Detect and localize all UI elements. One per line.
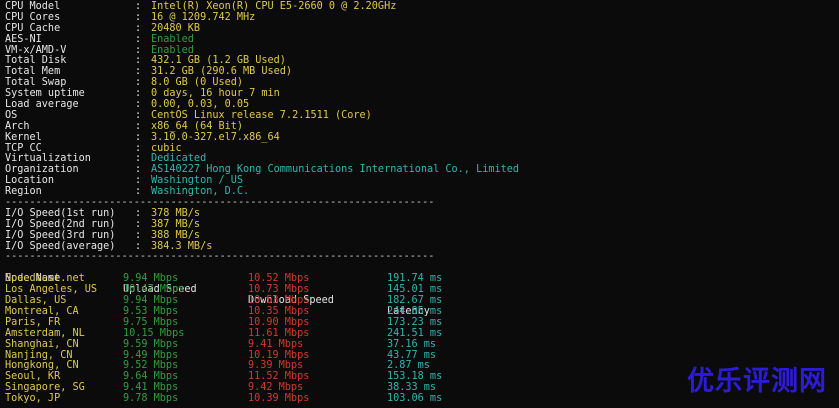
sysinfo-value: 31.2 GB (290.6 MB Used) bbox=[151, 66, 293, 78]
sysinfo-label: Region bbox=[5, 186, 42, 198]
sysinfo-row: CPU Model: Intel(R) Xeon(R) CPU E5-2660 … bbox=[5, 1, 839, 13]
io-speed-row: I/O Speed(1st run): 378 MB/s bbox=[5, 207, 839, 220]
io-value: 384.3 MB/s bbox=[151, 240, 213, 252]
io-speed-row: I/O Speed(3rd run): 388 MB/s bbox=[5, 229, 839, 242]
download-speed-cell: 9.41 Mbps bbox=[248, 338, 304, 350]
sysinfo-row: Total Mem: 31.2 GB (290.6 MB Used) bbox=[5, 66, 839, 78]
sysinfo-separator: : bbox=[135, 131, 148, 143]
io-value: 388 MB/s bbox=[151, 229, 201, 241]
sysinfo-row: VM-x/AMD-V: Enabled bbox=[5, 44, 839, 57]
io-speed-row: I/O Speed(2nd run): 387 MB/s bbox=[5, 218, 839, 231]
sysinfo-row: Kernel: 3.10.0-327.el7.x86_64 bbox=[5, 131, 839, 144]
speedtest-row: Amsterdam, NL 10.15 Mbps 11.61 Mbps 241.51 … bbox=[5, 327, 839, 340]
sysinfo-separator: : bbox=[135, 33, 148, 45]
sysinfo-value: AS140227 Hong Kong Communications Intern… bbox=[151, 164, 520, 176]
node-name-cell: Amsterdam, NL bbox=[5, 327, 85, 339]
sysinfo-row: System uptime: 0 days, 16 hour 7 min bbox=[5, 88, 839, 100]
io-label: I/O Speed(average) bbox=[5, 240, 116, 252]
sysinfo-value: Intel(R) Xeon(R) CPU E5-2660 0 @ 2.20GHz bbox=[151, 1, 397, 12]
watermark-logo: 优乐评测网 bbox=[687, 366, 827, 397]
sysinfo-row: TCP CC: cubic bbox=[5, 142, 839, 155]
sysinfo-value: 432.1 GB (1.2 GB Used) bbox=[151, 55, 286, 67]
sysinfo-value: Washington / US bbox=[151, 175, 244, 187]
sysinfo-value: x86_64 (64 Bit) bbox=[151, 120, 244, 132]
sysinfo-row: Location: Washington / US bbox=[5, 175, 839, 187]
sysinfo-row: CPU Cores: 16 @ 1209.742 MHz bbox=[5, 11, 839, 24]
sysinfo-value: 0.00, 0.03, 0.05 bbox=[151, 99, 250, 111]
sysinfo-row: AES-NI: Enabled bbox=[5, 33, 839, 46]
node-name-cell: Tokyo, JP bbox=[5, 393, 61, 405]
sysinfo-row: Region: Washington, D.C. bbox=[5, 186, 839, 198]
sysinfo-value: 3.10.0-327.el7.x86_64 bbox=[151, 131, 280, 143]
sysinfo-value: Washington, D.C. bbox=[151, 186, 250, 198]
sysinfo-row: Organization: AS140227 Hong Kong Communi… bbox=[5, 164, 839, 176]
io-speed-row: I/O Speed(average): 384.3 MB/s bbox=[5, 240, 839, 253]
latency-cell: 37.16 ms bbox=[387, 338, 437, 350]
node-name-cell: Shanghai, CN bbox=[5, 338, 79, 350]
io-separator: : bbox=[135, 240, 148, 252]
system-info-block: CPU Model: Intel(R) Xeon(R) CPU E5-2660 … bbox=[5, 1, 839, 198]
sysinfo-row: Arch: x86_64 (64 Bit) bbox=[5, 120, 839, 133]
sysinfo-value: cubic bbox=[151, 142, 182, 154]
sysinfo-row: Total Disk: 432.1 GB (1.2 GB Used) bbox=[5, 56, 839, 67]
sysinfo-value: 20480 KB bbox=[151, 22, 201, 34]
sysinfo-value: 0 days, 16 hour 7 min bbox=[151, 88, 280, 100]
speedtest-row: Shanghai, CN 9.59 Mbps 9.41 Mbps 37.16 ms bbox=[5, 338, 839, 351]
sysinfo-row: Load average: 0.00, 0.03, 0.05 bbox=[5, 99, 839, 111]
sysinfo-value: Enabled bbox=[151, 44, 194, 56]
sysinfo-value: Dedicated bbox=[151, 153, 207, 165]
io-speed-block: I/O Speed(1st run): 378 MB/s I/O Speed(2n… bbox=[5, 207, 839, 253]
io-separator: : bbox=[135, 229, 148, 241]
divider-line: ----------------------------------------… bbox=[5, 252, 435, 263]
sysinfo-row: OS: CentOS Linux release 7.2.1511 (Core) bbox=[5, 109, 839, 122]
sysinfo-label: AES-NI bbox=[5, 33, 42, 45]
latency-cell: 241.51 ms bbox=[387, 327, 443, 339]
io-value: 387 MB/s bbox=[151, 218, 201, 230]
sysinfo-value: CentOS Linux release 7.2.1511 (Core) bbox=[151, 109, 372, 121]
sysinfo-row: CPU Cache: 20480 KB bbox=[5, 22, 839, 35]
divider-line: ----------------------------------------… bbox=[5, 198, 435, 209]
download-speed-cell: 10.39 Mbps bbox=[248, 393, 310, 405]
terminal-window: CPU Model: Intel(R) Xeon(R) CPU E5-2660 … bbox=[0, 0, 839, 408]
upload-speed-cell: 9.78 Mbps bbox=[123, 393, 179, 405]
sysinfo-value: Enabled bbox=[151, 33, 194, 45]
sysinfo-value: 16 @ 1209.742 MHz bbox=[151, 11, 256, 23]
sysinfo-label: Kernel bbox=[5, 131, 42, 143]
upload-speed-cell: 9.59 Mbps bbox=[123, 338, 179, 350]
latency-cell: 103.06 ms bbox=[387, 393, 443, 405]
sysinfo-label: Load average bbox=[5, 99, 79, 111]
sysinfo-value: 8.0 GB (0 Used) bbox=[151, 77, 244, 89]
sysinfo-separator: : bbox=[135, 186, 148, 198]
download-speed-cell: 11.61 Mbps bbox=[248, 327, 310, 339]
upload-speed-cell: 10.15 Mbps bbox=[123, 327, 185, 339]
sysinfo-row: Total Swap: 8.0 GB (0 Used) bbox=[5, 77, 839, 89]
io-label: I/O Speed(3rd run) bbox=[5, 229, 116, 241]
io-value: 378 MB/s bbox=[151, 207, 201, 219]
